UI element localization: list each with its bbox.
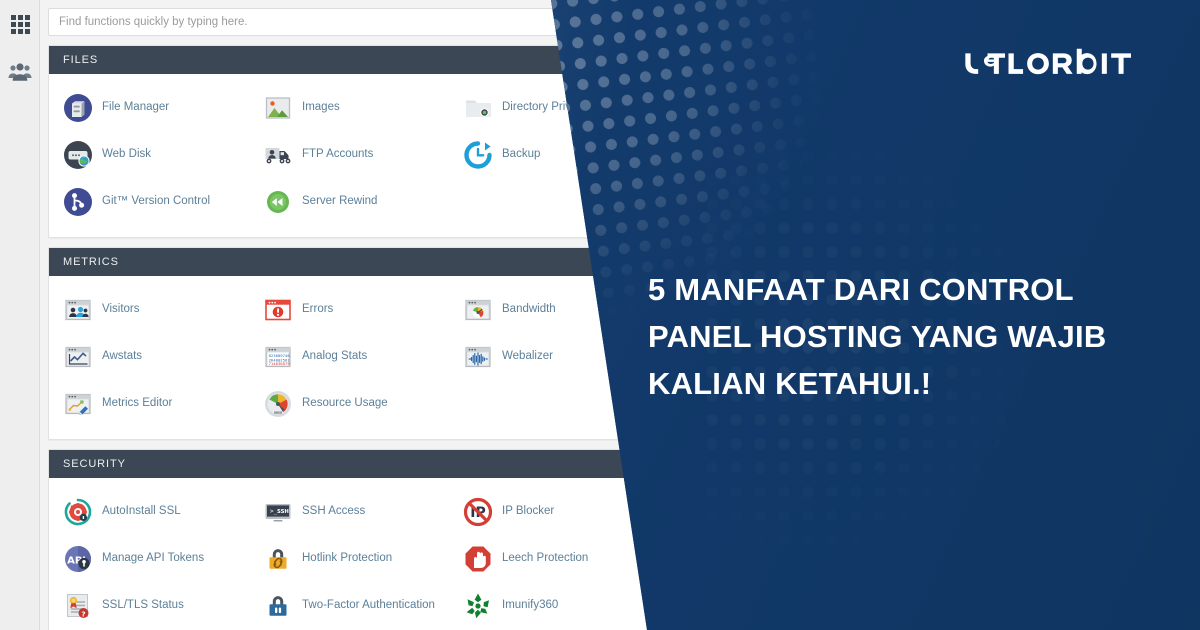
sidebar-item-user-manager[interactable]	[0, 52, 40, 92]
tile-two-factor-authentication[interactable]: Two-Factor Authentication	[249, 582, 449, 629]
git-version-control-icon	[63, 187, 93, 217]
tile-ftp-accounts[interactable]: FTP Accounts	[249, 131, 449, 178]
panel-metrics: METRICS Visitors Errors Bandwidth Awstat…	[48, 247, 668, 440]
tile-label: Webalizer	[502, 350, 553, 363]
tile-hotlink-protection[interactable]: Hotlink Protection	[249, 535, 449, 582]
tile-leech-protection[interactable]: Leech Protection	[449, 535, 649, 582]
panel-row: AutoInstall SSL >_ SSH SSH Access IP Blo…	[49, 488, 667, 535]
tile-label: Server Rewind	[302, 195, 378, 208]
directory-privacy-icon	[463, 93, 493, 123]
tile-label: FTP Accounts	[302, 148, 374, 161]
tile-label: Analog Stats	[302, 350, 368, 363]
panel-row: Visitors Errors Bandwidth	[49, 286, 667, 333]
headline-line: 5 MANFAAT DARI CONTROL	[648, 272, 1074, 307]
tile-label: Hotlink Protection	[302, 552, 393, 565]
panel-row: API Manage API Tokens Hotlink Protection…	[49, 535, 667, 582]
tile-label: Awstats	[102, 350, 143, 363]
panel-security: SECURITY AutoInstall SSL >_ SSH SSH Acce…	[48, 449, 668, 630]
users-icon	[8, 63, 32, 81]
ftp-accounts-icon	[263, 140, 293, 170]
ssl-tls-status-icon: ?	[63, 591, 93, 621]
server-rewind-icon	[263, 187, 293, 217]
page-title: 5 MANFAAT DARI CONTROL PANEL HOSTING YAN…	[648, 266, 1188, 407]
webalizer-icon	[463, 342, 493, 372]
brand-logo	[963, 41, 1138, 81]
tile-resource-usage[interactable]: 8188 Resource Usage	[249, 380, 449, 427]
ssh-access-icon: >_ SSH	[263, 497, 293, 527]
imunify360-icon	[463, 591, 493, 621]
svg-text:?: ?	[81, 609, 85, 618]
tile-label: SSH Access	[302, 505, 366, 518]
tile-awstats[interactable]: Awstats	[49, 333, 249, 380]
analog-stats-icon: 023689746 264802561 714636879	[263, 342, 293, 372]
backup-icon	[463, 140, 493, 170]
svg-text:SSH: SSH	[277, 509, 289, 515]
tile-label: IP Blocker	[502, 505, 555, 518]
sidebar-item-apps[interactable]	[0, 4, 40, 44]
autoinstall-ssl-icon	[63, 497, 93, 527]
panel-row: Metrics Editor 8188 Resource Usage	[49, 380, 667, 427]
metrics-editor-icon	[63, 389, 93, 419]
panel-body-metrics: Visitors Errors Bandwidth Awstats 023689…	[49, 276, 667, 439]
panel-title-security: SECURITY	[49, 450, 667, 478]
tile-label: Errors	[302, 303, 334, 316]
hotlink-protection-icon	[263, 544, 293, 574]
visitors-icon	[63, 295, 93, 325]
api-tokens-icon: API	[63, 544, 93, 574]
cpanel-sidebar	[0, 0, 40, 630]
headline-line: KALIAN KETAHUI.!	[648, 366, 932, 402]
awstats-icon	[63, 342, 93, 372]
errors-icon	[263, 295, 293, 325]
tile-metrics-editor[interactable]: Metrics Editor	[49, 380, 249, 427]
tile-git-version-control[interactable]: Git™ Version Control	[49, 178, 249, 225]
tile-label: Images	[302, 101, 340, 114]
two-factor-auth-icon	[263, 591, 293, 621]
tile-ssl-tls-status[interactable]: ? SSL/TLS Status	[49, 582, 249, 629]
tile-label: SSL/TLS Status	[102, 599, 184, 612]
tile-label: Resource Usage	[302, 397, 388, 410]
grid-icon	[10, 14, 30, 34]
ip-blocker-icon: IP	[463, 497, 493, 527]
svg-text:714636879: 714636879	[269, 361, 291, 366]
tile-web-disk[interactable]: Web Disk	[49, 131, 249, 178]
tile-imunify360[interactable]: Imunify360	[449, 582, 649, 629]
tile-manage-api-tokens[interactable]: API Manage API Tokens	[49, 535, 249, 582]
tile-ip-blocker[interactable]: IP IP Blocker	[449, 488, 649, 535]
tile-analog-stats[interactable]: 023689746 264802561 714636879 Analog Sta…	[249, 333, 449, 380]
tile-label: Web Disk	[102, 148, 151, 161]
tile-label: Imunify360	[502, 599, 559, 612]
tile-images[interactable]: Images	[249, 84, 449, 131]
tile-errors[interactable]: Errors	[249, 286, 449, 333]
svg-text:8188: 8188	[275, 411, 281, 414]
tile-label: File Manager	[102, 101, 170, 114]
tile-visitors[interactable]: Visitors	[49, 286, 249, 333]
tile-label: Git™ Version Control	[102, 195, 211, 208]
tile-label: Metrics Editor	[102, 397, 173, 410]
panel-row: ? SSL/TLS Status Two-Factor Authenticati…	[49, 582, 667, 629]
web-disk-icon	[63, 140, 93, 170]
bandwidth-icon	[463, 295, 493, 325]
tile-label: Manage API Tokens	[102, 552, 205, 565]
tile-server-rewind[interactable]: Server Rewind	[249, 178, 449, 225]
tile-label: Two-Factor Authentication	[302, 599, 435, 612]
jetorbit-wordmark-icon	[965, 48, 1131, 75]
panel-row: Awstats 023689746 264802561 714636879 An…	[49, 333, 667, 380]
panel-row: Git™ Version Control Server Rewind	[49, 178, 667, 225]
tile-label: Visitors	[102, 303, 140, 316]
tile-label: Leech Protection	[502, 552, 589, 565]
images-icon	[263, 93, 293, 123]
tile-label: AutoInstall SSL	[102, 505, 181, 518]
tile-file-manager[interactable]: File Manager	[49, 84, 249, 131]
leech-protection-icon	[463, 544, 493, 574]
tile-ssh-access[interactable]: >_ SSH SSH Access	[249, 488, 449, 535]
tile-label: Bandwidth	[502, 303, 556, 316]
tile-label: Backup	[502, 148, 541, 161]
panel-body-security: AutoInstall SSL >_ SSH SSH Access IP Blo…	[49, 478, 667, 630]
search-placeholder: Find functions quickly by typing here.	[59, 16, 248, 28]
tile-autoinstall-ssl[interactable]: AutoInstall SSL	[49, 488, 249, 535]
resource-usage-icon: 8188	[263, 389, 293, 419]
headline-line: PANEL HOSTING YANG WAJIB	[648, 319, 1107, 355]
panel-title-metrics: METRICS	[49, 248, 667, 276]
file-manager-icon	[63, 93, 93, 123]
